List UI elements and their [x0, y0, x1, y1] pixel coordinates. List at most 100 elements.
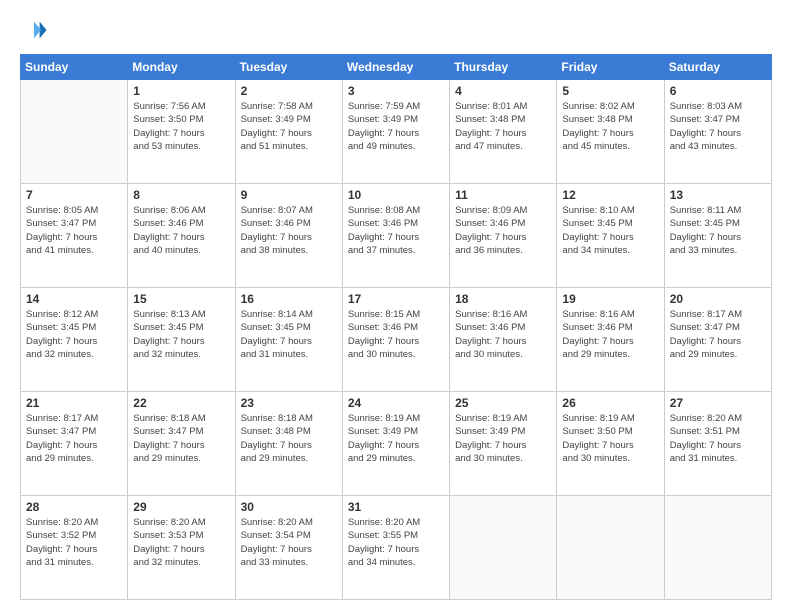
day-number: 3 — [348, 84, 444, 98]
day-info: Sunrise: 8:01 AM Sunset: 3:48 PM Dayligh… — [455, 100, 551, 153]
calendar-cell: 27Sunrise: 8:20 AM Sunset: 3:51 PM Dayli… — [664, 392, 771, 496]
day-info: Sunrise: 8:11 AM Sunset: 3:45 PM Dayligh… — [670, 204, 766, 257]
day-number: 22 — [133, 396, 229, 410]
calendar-cell: 4 Sunrise: 8:01 AM Sunset: 3:48 PM Daylig… — [450, 80, 557, 184]
weekday-header-thursday: Thursday — [450, 55, 557, 80]
day-number: 7 — [26, 188, 122, 202]
day-info: Sunrise: 8:08 AM Sunset: 3:46 PM Dayligh… — [348, 204, 444, 257]
calendar-cell: 6 Sunrise: 8:03 AM Sunset: 3:47 PM Daylig… — [664, 80, 771, 184]
day-info: Sunrise: 8:19 AM Sunset: 3:49 PM Dayligh… — [455, 412, 551, 465]
day-info: Sunrise: 8:20 AM Sunset: 3:53 PM Dayligh… — [133, 516, 229, 569]
day-info: Sunrise: 8:10 AM Sunset: 3:45 PM Dayligh… — [562, 204, 658, 257]
calendar-cell: 25 Sunrise: 8:19 AM Sunset: 3:49 PM Dayli… — [450, 392, 557, 496]
calendar-cell — [450, 496, 557, 600]
day-number: 23 — [241, 396, 337, 410]
day-info: Sunrise: 8:17 AM Sunset: 3:47 PM Dayligh… — [26, 412, 122, 465]
week-row-1: 1Sunrise: 7:56 AM Sunset: 3:50 PM Daylig… — [21, 80, 772, 184]
logo — [20, 16, 52, 44]
calendar-cell: 22 Sunrise: 8:18 AM Sunset: 3:47 PM Dayli… — [128, 392, 235, 496]
week-row-4: 21 Sunrise: 8:17 AM Sunset: 3:47 PM Dayli… — [21, 392, 772, 496]
page: SundayMondayTuesdayWednesdayThursdayFrid… — [0, 0, 792, 612]
day-number: 25 — [455, 396, 551, 410]
day-number: 5 — [562, 84, 658, 98]
calendar-cell: 28 Sunrise: 8:20 AM Sunset: 3:52 PM Dayli… — [21, 496, 128, 600]
calendar-cell: 11 Sunrise: 8:09 AM Sunset: 3:46 PM Dayli… — [450, 184, 557, 288]
calendar-cell: 24Sunrise: 8:19 AM Sunset: 3:49 PM Dayli… — [342, 392, 449, 496]
day-info: Sunrise: 8:14 AM Sunset: 3:45 PM Dayligh… — [241, 308, 337, 361]
weekday-header-sunday: Sunday — [21, 55, 128, 80]
calendar-cell: 23 Sunrise: 8:18 AM Sunset: 3:48 PM Dayli… — [235, 392, 342, 496]
calendar-cell — [664, 496, 771, 600]
weekday-header-row: SundayMondayTuesdayWednesdayThursdayFrid… — [21, 55, 772, 80]
day-info: Sunrise: 8:19 AM Sunset: 3:50 PM Dayligh… — [562, 412, 658, 465]
day-info: Sunrise: 8:20 AM Sunset: 3:54 PM Dayligh… — [241, 516, 337, 569]
calendar-cell: 31Sunrise: 8:20 AM Sunset: 3:55 PM Dayli… — [342, 496, 449, 600]
day-info: Sunrise: 8:20 AM Sunset: 3:51 PM Dayligh… — [670, 412, 766, 465]
day-number: 16 — [241, 292, 337, 306]
day-info: Sunrise: 8:19 AM Sunset: 3:49 PM Dayligh… — [348, 412, 444, 465]
calendar-cell: 19 Sunrise: 8:16 AM Sunset: 3:46 PM Dayli… — [557, 288, 664, 392]
calendar-cell: 20 Sunrise: 8:17 AM Sunset: 3:47 PM Dayli… — [664, 288, 771, 392]
day-number: 9 — [241, 188, 337, 202]
day-number: 6 — [670, 84, 766, 98]
day-number: 12 — [562, 188, 658, 202]
calendar-cell: 30 Sunrise: 8:20 AM Sunset: 3:54 PM Dayli… — [235, 496, 342, 600]
day-number: 20 — [670, 292, 766, 306]
calendar-cell: 5 Sunrise: 8:02 AM Sunset: 3:48 PM Daylig… — [557, 80, 664, 184]
day-number: 29 — [133, 500, 229, 514]
day-info: Sunrise: 8:18 AM Sunset: 3:48 PM Dayligh… — [241, 412, 337, 465]
day-info: Sunrise: 8:16 AM Sunset: 3:46 PM Dayligh… — [562, 308, 658, 361]
calendar-cell: 29 Sunrise: 8:20 AM Sunset: 3:53 PM Dayli… — [128, 496, 235, 600]
calendar-cell: 9 Sunrise: 8:07 AM Sunset: 3:46 PM Daylig… — [235, 184, 342, 288]
day-number: 26 — [562, 396, 658, 410]
day-info: Sunrise: 8:18 AM Sunset: 3:47 PM Dayligh… — [133, 412, 229, 465]
day-info: Sunrise: 8:03 AM Sunset: 3:47 PM Dayligh… — [670, 100, 766, 153]
day-number: 8 — [133, 188, 229, 202]
calendar-cell: 2 Sunrise: 7:58 AM Sunset: 3:49 PM Daylig… — [235, 80, 342, 184]
calendar-cell: 13 Sunrise: 8:11 AM Sunset: 3:45 PM Dayli… — [664, 184, 771, 288]
day-number: 13 — [670, 188, 766, 202]
calendar-cell: 21 Sunrise: 8:17 AM Sunset: 3:47 PM Dayli… — [21, 392, 128, 496]
header — [20, 16, 772, 44]
calendar-cell: 17 Sunrise: 8:15 AM Sunset: 3:46 PM Dayli… — [342, 288, 449, 392]
day-info: Sunrise: 8:17 AM Sunset: 3:47 PM Dayligh… — [670, 308, 766, 361]
day-info: Sunrise: 8:05 AM Sunset: 3:47 PM Dayligh… — [26, 204, 122, 257]
day-number: 30 — [241, 500, 337, 514]
week-row-3: 14 Sunrise: 8:12 AM Sunset: 3:45 PM Dayli… — [21, 288, 772, 392]
day-info: Sunrise: 7:58 AM Sunset: 3:49 PM Dayligh… — [241, 100, 337, 153]
day-info: Sunrise: 8:09 AM Sunset: 3:46 PM Dayligh… — [455, 204, 551, 257]
week-row-5: 28 Sunrise: 8:20 AM Sunset: 3:52 PM Dayli… — [21, 496, 772, 600]
day-number: 2 — [241, 84, 337, 98]
day-number: 21 — [26, 396, 122, 410]
day-number: 31 — [348, 500, 444, 514]
weekday-header-monday: Monday — [128, 55, 235, 80]
day-info: Sunrise: 8:16 AM Sunset: 3:46 PM Dayligh… — [455, 308, 551, 361]
weekday-header-friday: Friday — [557, 55, 664, 80]
day-number: 14 — [26, 292, 122, 306]
day-info: Sunrise: 8:06 AM Sunset: 3:46 PM Dayligh… — [133, 204, 229, 257]
day-number: 4 — [455, 84, 551, 98]
day-number: 18 — [455, 292, 551, 306]
calendar-cell: 10Sunrise: 8:08 AM Sunset: 3:46 PM Dayli… — [342, 184, 449, 288]
calendar-cell — [21, 80, 128, 184]
calendar-cell: 18 Sunrise: 8:16 AM Sunset: 3:46 PM Dayli… — [450, 288, 557, 392]
day-info: Sunrise: 7:56 AM Sunset: 3:50 PM Dayligh… — [133, 100, 229, 153]
day-info: Sunrise: 8:02 AM Sunset: 3:48 PM Dayligh… — [562, 100, 658, 153]
day-number: 28 — [26, 500, 122, 514]
day-number: 17 — [348, 292, 444, 306]
day-info: Sunrise: 8:12 AM Sunset: 3:45 PM Dayligh… — [26, 308, 122, 361]
day-info: Sunrise: 8:13 AM Sunset: 3:45 PM Dayligh… — [133, 308, 229, 361]
calendar-cell: 3Sunrise: 7:59 AM Sunset: 3:49 PM Daylig… — [342, 80, 449, 184]
calendar-cell: 7 Sunrise: 8:05 AM Sunset: 3:47 PM Daylig… — [21, 184, 128, 288]
day-number: 11 — [455, 188, 551, 202]
day-info: Sunrise: 8:07 AM Sunset: 3:46 PM Dayligh… — [241, 204, 337, 257]
weekday-header-tuesday: Tuesday — [235, 55, 342, 80]
calendar-cell: 8 Sunrise: 8:06 AM Sunset: 3:46 PM Daylig… — [128, 184, 235, 288]
day-info: Sunrise: 8:15 AM Sunset: 3:46 PM Dayligh… — [348, 308, 444, 361]
calendar-cell: 16 Sunrise: 8:14 AM Sunset: 3:45 PM Dayli… — [235, 288, 342, 392]
day-number: 15 — [133, 292, 229, 306]
calendar-table: SundayMondayTuesdayWednesdayThursdayFrid… — [20, 54, 772, 600]
day-info: Sunrise: 8:20 AM Sunset: 3:52 PM Dayligh… — [26, 516, 122, 569]
day-number: 19 — [562, 292, 658, 306]
calendar-cell: 26 Sunrise: 8:19 AM Sunset: 3:50 PM Dayli… — [557, 392, 664, 496]
